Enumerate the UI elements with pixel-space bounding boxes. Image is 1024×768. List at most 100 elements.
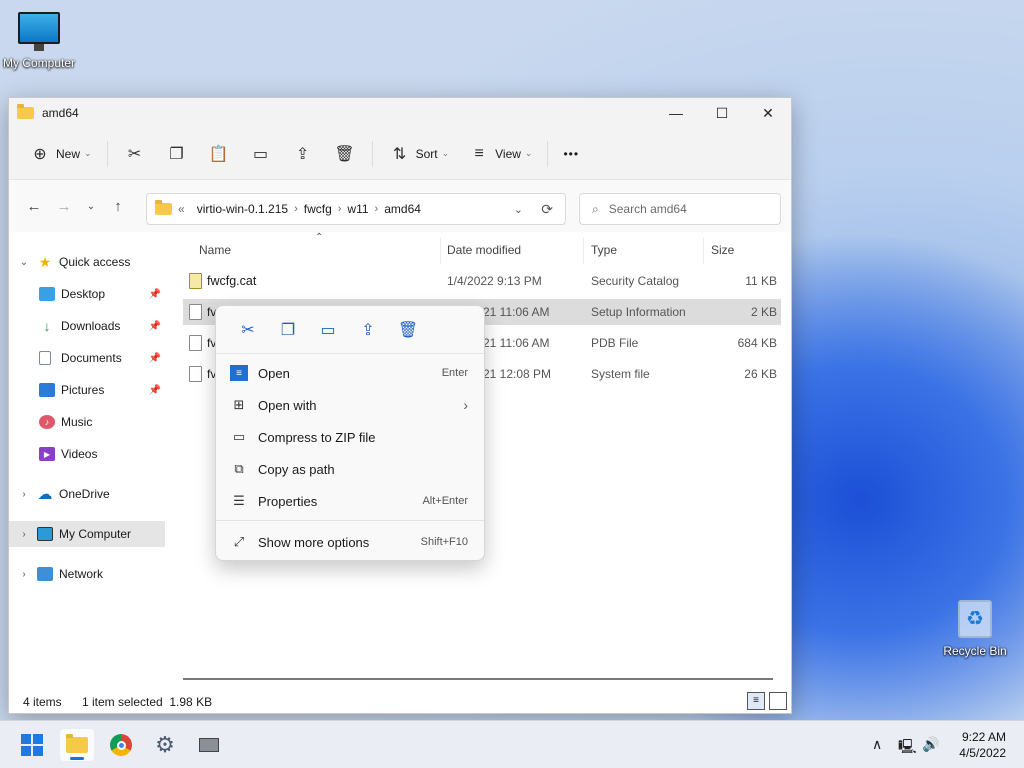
close-button[interactable]: ✕ [745,98,791,128]
details-view-icon[interactable]: ≡ [747,692,765,710]
forward-button[interactable]: → [49,198,79,215]
sidebar-item-documents[interactable]: Documents 📌 [9,345,165,371]
toolbar-divider [371,140,373,167]
folder-icon [155,200,172,215]
menu-divider [216,520,484,521]
pin-icon[interactable]: 📌 [149,353,161,364]
context-menu: ✂ ❐ ▭ ⇪ 🗑 ≡ Open Enter ⊞ Open with › ▭ C… [215,305,485,561]
recycle-bin-icon: ♻ [958,600,992,638]
chevron-down-icon: ⌄ [19,256,29,268]
tiles-view-icon[interactable] [769,692,787,710]
copy-icon[interactable]: ❐ [268,320,308,340]
view-button[interactable]: ≡ View ⌄ [458,137,541,171]
security-catalog-icon [189,273,202,289]
sidebar-item-downloads[interactable]: ↓ Downloads 📌 [9,313,165,339]
share-button[interactable]: ⇪ [282,137,324,171]
sidebar-item-network[interactable]: › Network [9,561,165,587]
sidebar-item-desktop[interactable]: Desktop 📌 [9,281,165,307]
document-icon [39,351,51,365]
expand-icon: ⤢ [233,534,245,549]
up-button[interactable]: ↑ [103,198,133,215]
column-divider[interactable] [583,238,584,264]
paste-button[interactable]: 📋 [198,137,240,171]
back-button[interactable]: ← [19,198,49,215]
sidebar-item-onedrive[interactable]: › ☁ OneDrive [9,481,165,507]
menu-item-open[interactable]: ≡ Open Enter [220,358,482,388]
menu-item-label: Compress to ZIP file [258,429,376,445]
refresh-icon[interactable]: ⟳ [541,201,553,218]
cut-icon[interactable]: ✂ [228,320,268,340]
trash-icon: 🗑 [334,145,355,163]
horizontal-scrollbar[interactable] [183,678,773,680]
sidebar-item-pictures[interactable]: Pictures 📌 [9,377,165,403]
taskbar-settings[interactable]: ⚙ [148,729,182,761]
desktop-icon-recycle-bin[interactable]: ♻ Recycle Bin [933,600,1017,658]
sidebar-item-label: Pictures [61,383,105,397]
taskbar-chrome[interactable] [104,729,138,761]
menu-item-copy-as-path[interactable]: ⧉ Copy as path [220,454,482,484]
menu-item-label: Open with [258,397,317,413]
column-header-date[interactable]: Date modified [447,243,521,257]
more-options-button[interactable]: ••• [554,137,588,171]
breadcrumb-item[interactable]: fwcfg [304,202,332,216]
file-row[interactable]: fwcfg.cat 1/4/2022 9:13 PM Security Cata… [183,268,781,294]
search-input[interactable]: ⌕ Search amd64 [579,193,781,225]
breadcrumb-overflow[interactable]: « [178,202,185,216]
cloud-icon: ☁ [37,486,53,503]
sidebar-item-my-computer[interactable]: › My Computer [9,521,165,547]
show-hidden-icons-chevron-icon[interactable]: ∧ [872,736,882,753]
maximize-button[interactable]: ☐ [699,98,745,128]
menu-item-shortcut: Shift+F10 [420,536,468,548]
recent-locations-button[interactable]: ⌄ [79,201,103,212]
new-button[interactable]: ⊕ New ⌄ [19,137,101,171]
column-header-type[interactable]: Type [591,243,617,257]
folder-icon [66,734,88,753]
sidebar-item-quick-access[interactable]: ⌄ ★ Quick access [9,249,165,275]
desktop-icon-my-computer[interactable]: My Computer [0,12,81,70]
minimize-button[interactable]: — [653,98,699,128]
trash-icon[interactable]: 🗑 [388,320,428,340]
menu-item-show-more-options[interactable]: ⤢ Show more options Shift+F10 [220,527,482,557]
menu-item-compress-zip[interactable]: ▭ Compress to ZIP file [220,422,482,452]
pin-icon[interactable]: 📌 [149,321,161,332]
address-bar[interactable]: « virtio-win-0.1.215 › fwcfg › w11 › amd… [146,193,566,225]
cut-button[interactable]: ✂ [114,137,156,171]
pin-icon[interactable]: 📌 [149,385,161,396]
share-icon: ⇪ [295,145,310,163]
sidebar-item-videos[interactable]: ▶ Videos [9,441,165,467]
copy-button[interactable]: ❐ [156,137,198,171]
title-bar[interactable]: amd64 — ☐ ✕ [9,98,791,128]
sidebar-item-music[interactable]: ♪ Music [9,409,165,435]
breadcrumb-item[interactable]: virtio-win-0.1.215 [197,202,288,216]
sort-button[interactable]: ⇅ Sort ⌄ [379,137,459,171]
start-button[interactable] [15,729,49,761]
zip-folder-icon: ▭ [232,429,246,444]
menu-item-properties[interactable]: ☰ Properties Alt+Enter [220,486,482,516]
menu-item-open-with[interactable]: ⊞ Open with › [220,390,482,420]
share-icon[interactable]: ⇪ [348,320,388,340]
column-divider[interactable] [440,238,441,264]
column-header-size[interactable]: Size [711,243,734,257]
rename-button[interactable]: ▭ [240,137,282,171]
scissors-icon: ✂ [127,145,142,163]
volume-icon[interactable]: 🔊 [922,736,939,753]
file-date: 21 11:06 AM [483,305,550,319]
clock[interactable]: 9:22 AM 4/5/2022 [959,729,1006,761]
breadcrumb-item[interactable]: w11 [347,202,368,216]
clipboard-icon: 📋 [208,145,229,163]
pdb-file-icon [189,335,202,351]
network-status-icon[interactable]: 🖳 [898,736,917,760]
breadcrumb-item[interactable]: amd64 [384,202,421,216]
delete-button[interactable]: 🗑 [324,137,366,171]
pin-icon[interactable]: 📌 [149,289,161,300]
column-divider[interactable] [703,238,704,264]
column-header-name[interactable]: Name [199,243,231,257]
taskbar-file-explorer[interactable] [60,729,94,761]
navigation-pane: ⌄ ★ Quick access Desktop 📌 ↓ Downloads 📌… [9,243,169,683]
rename-icon[interactable]: ▭ [308,320,348,340]
sidebar-item-label: OneDrive [59,487,110,501]
video-icon: ▶ [39,447,55,461]
address-dropdown-icon[interactable]: ⌄ [514,203,523,216]
open-with-icon: ⊞ [233,397,245,412]
taskbar-device-app[interactable] [192,729,226,761]
